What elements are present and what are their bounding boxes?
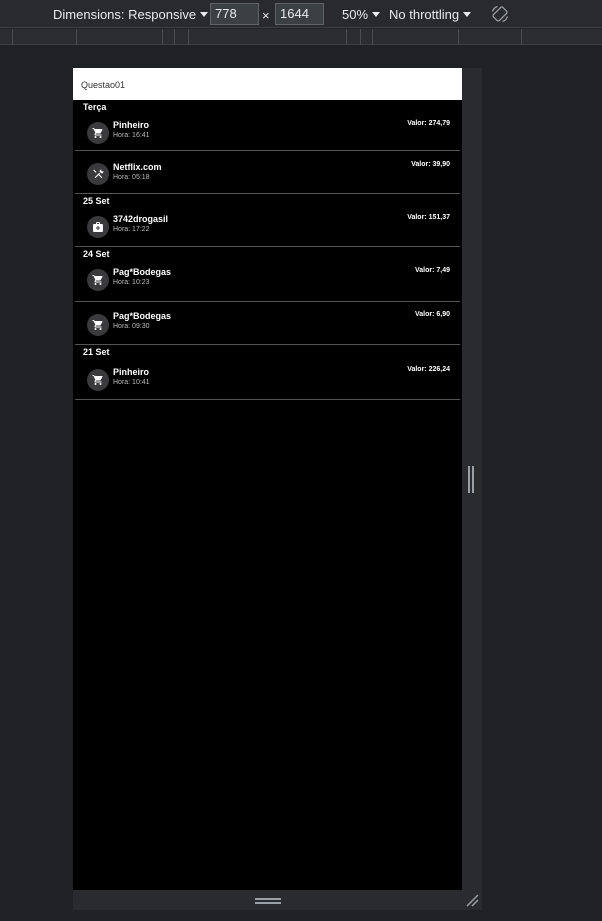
grip-icon <box>468 466 474 493</box>
media-query-ruler <box>0 29 602 45</box>
list-item[interactable]: Pinheiro Hora: 16:41 Valor: 274,79 <box>75 113 460 151</box>
transaction-value: Valor: 39,90 <box>411 161 450 168</box>
chevron-down-icon <box>200 12 209 17</box>
transaction-value: Valor: 226,24 <box>407 366 450 373</box>
width-input[interactable]: 778 <box>210 3 259 25</box>
transaction-time: Hora: 10:23 <box>113 279 150 286</box>
transaction-value: Valor: 151,37 <box>407 214 450 221</box>
section-header: 24 Set <box>83 249 110 259</box>
list-item[interactable]: Pag*Bodegas Hora: 09:30 Valor: 6,90 <box>75 302 460 345</box>
list-item[interactable]: Pag*Bodegas Hora: 10:23 Valor: 7,49 <box>75 260 460 302</box>
transaction-list: Terça Pinheiro Hora: 16:41 Valor: 274,79… <box>73 100 462 400</box>
dimensions-label: Dimensions: Responsive <box>53 7 197 22</box>
transaction-value: Valor: 7,49 <box>414 267 450 274</box>
list-item[interactable]: Netflix.com Hora: 05:18 Valor: 39,90 <box>75 151 460 194</box>
zoom-label: 50% <box>342 7 369 22</box>
list-item[interactable]: 3742drogasil Hora: 17:22 Valor: 151,37 <box>75 207 460 247</box>
corner-resize-icon[interactable] <box>464 892 480 908</box>
dimensions-dropdown[interactable]: Dimensions: Responsive <box>53 7 209 22</box>
rotate-icon[interactable] <box>490 4 510 24</box>
grip-icon <box>255 898 281 904</box>
transaction-value: Valor: 274,79 <box>407 120 450 127</box>
merchant-name: Netflix.com <box>113 162 162 172</box>
merchant-name: Pinheiro <box>113 120 150 130</box>
cart-icon <box>87 269 109 291</box>
section-header: 21 Set <box>83 347 110 357</box>
transaction-time: Hora: 16:41 <box>113 132 150 139</box>
chevron-down-icon <box>463 12 472 17</box>
list-item[interactable]: Pinheiro Hora: 10:41 Valor: 226,24 <box>75 358 460 400</box>
cart-icon <box>87 369 109 391</box>
merchant-name: Pag*Bodegas <box>113 311 172 321</box>
chevron-down-icon <box>372 12 381 17</box>
throttling-dropdown[interactable]: No throttling <box>389 7 472 22</box>
cart-icon <box>87 122 109 144</box>
section-header: Terça <box>83 102 107 112</box>
cart-icon <box>87 314 109 336</box>
transaction-time: Hora: 09:30 <box>113 323 150 330</box>
zoom-dropdown[interactable]: 50% <box>342 7 381 22</box>
merchant-name: Pag*Bodegas <box>113 267 172 277</box>
height-input[interactable]: 1644 <box>275 3 324 25</box>
merchant-name: Pinheiro <box>113 367 150 377</box>
merchant-name: 3742drogasil <box>113 214 169 224</box>
transaction-time: Hora: 17:22 <box>113 226 150 233</box>
tools-icon <box>87 163 109 185</box>
device-viewport: Questao01 Terça Pinheiro Hora: 16:41 Val… <box>73 68 462 890</box>
dimension-separator: × <box>262 8 270 23</box>
medkit-icon <box>87 216 109 238</box>
transaction-time: Hora: 05:18 <box>113 174 150 181</box>
section-header: 25 Set <box>83 196 110 206</box>
throttling-label: No throttling <box>389 7 460 22</box>
app-title: Questao01 <box>81 80 126 90</box>
devtools-device-toolbar: Dimensions: Responsive 778 × 1644 50% No… <box>0 0 602 28</box>
transaction-time: Hora: 10:41 <box>113 379 150 386</box>
transaction-value: Valor: 6,90 <box>414 311 450 318</box>
app-bar: Questao01 <box>73 68 462 100</box>
